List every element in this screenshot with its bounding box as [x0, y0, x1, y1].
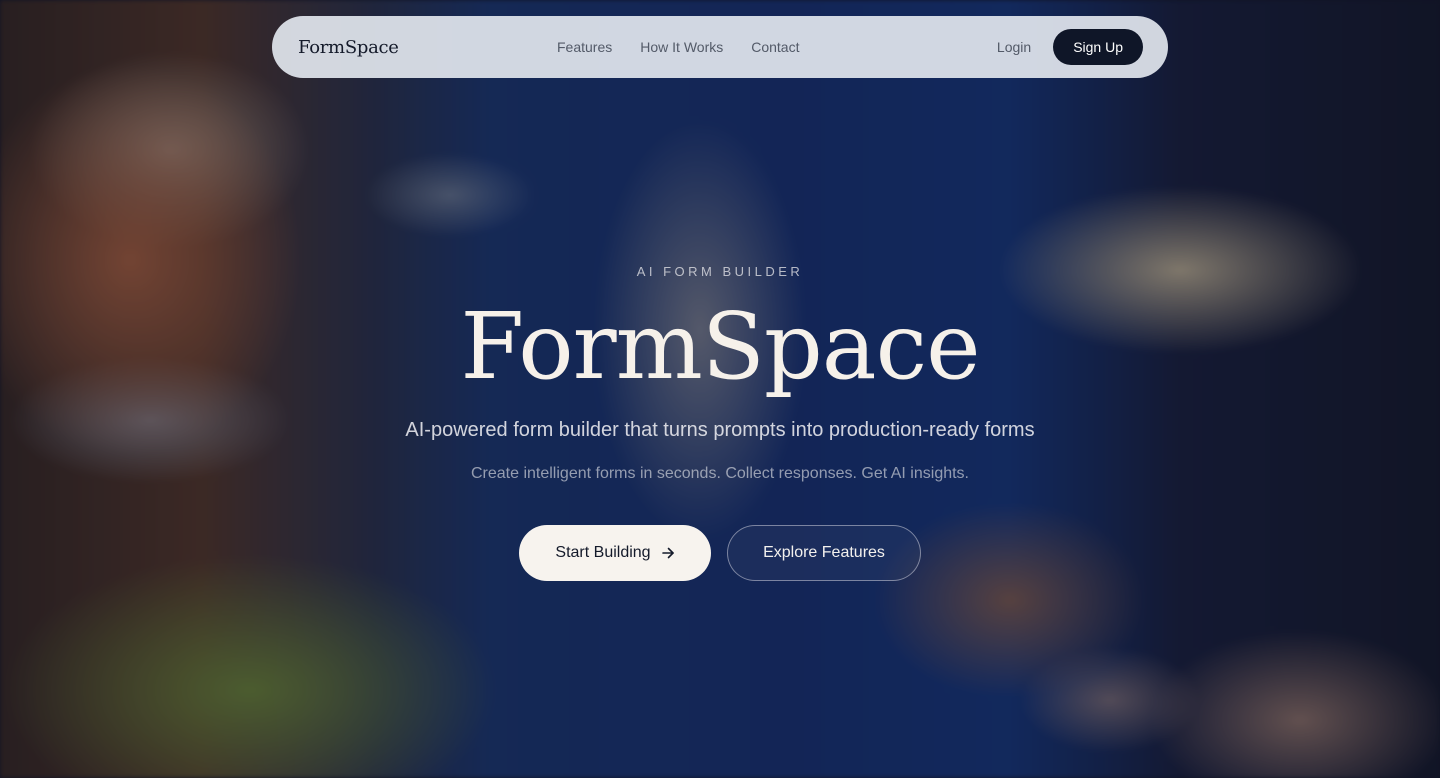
explore-features-button[interactable]: Explore Features — [727, 525, 921, 581]
hero-title: FormSpace — [460, 293, 980, 400]
nav-link-how-it-works[interactable]: How It Works — [640, 39, 723, 55]
hero-content: AI FORM BUILDER FormSpace AI-powered for… — [0, 264, 1440, 581]
login-link[interactable]: Login — [997, 39, 1031, 55]
signup-button[interactable]: Sign Up — [1053, 29, 1143, 65]
nav-actions: Login Sign Up — [997, 29, 1143, 65]
hero-eyebrow: AI FORM BUILDER — [636, 264, 804, 279]
navbar: FormSpace Features How It Works Contact … — [272, 16, 1168, 78]
start-building-button[interactable]: Start Building — [519, 525, 711, 581]
nav-link-features[interactable]: Features — [557, 39, 612, 55]
hero-tagline: Create intelligent forms in seconds. Col… — [470, 465, 969, 482]
logo[interactable]: FormSpace — [298, 37, 528, 58]
hero-subtitle: AI-powered form builder that turns promp… — [405, 419, 1035, 441]
hero-section: FormSpace Features How It Works Contact … — [0, 0, 1440, 778]
arrow-right-icon — [661, 546, 675, 560]
nav-link-contact[interactable]: Contact — [751, 39, 799, 55]
nav-links: Features How It Works Contact — [557, 39, 799, 55]
hero-cta-group: Start Building Explore Features — [0, 525, 1440, 581]
start-building-label: Start Building — [555, 544, 651, 561]
